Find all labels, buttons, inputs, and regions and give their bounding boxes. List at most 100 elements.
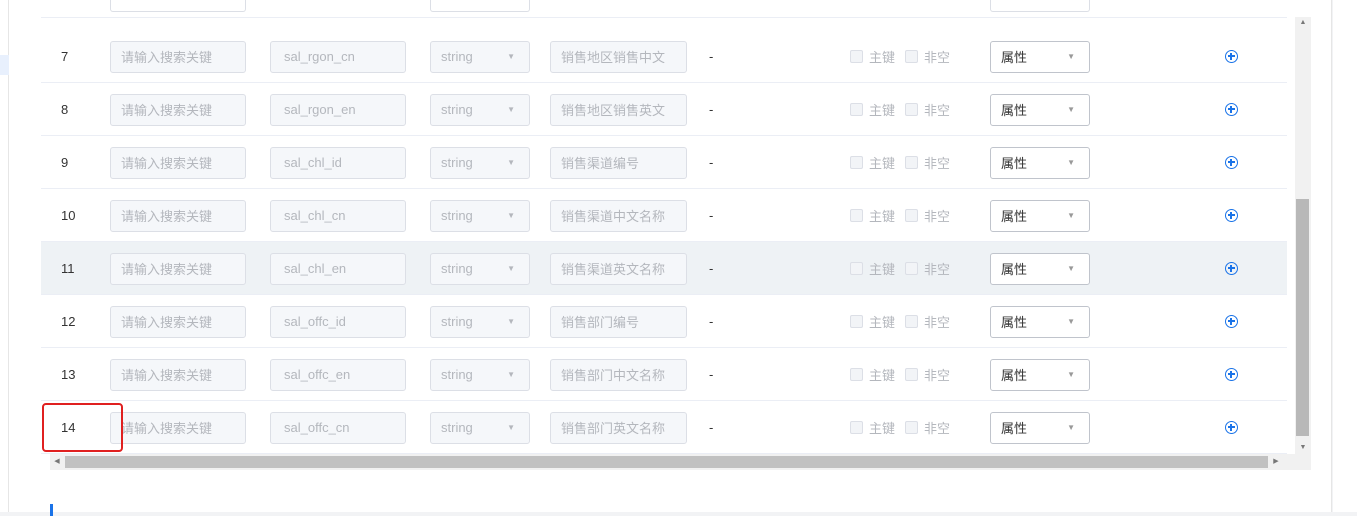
primary-key-checkbox[interactable] — [850, 368, 863, 381]
attribute-select[interactable]: 属性 ▼ — [990, 40, 1090, 73]
field-name-input[interactable]: 销售部门英文名称 — [550, 411, 687, 444]
add-circle-icon[interactable] — [1225, 262, 1238, 275]
field-code-input[interactable]: sal_chl_cn — [270, 199, 406, 232]
attr-cell: 属性 ▼ — [990, 348, 1090, 401]
add-cell — [1225, 295, 1238, 348]
horizontal-scrollbar[interactable]: ◀ ▶ — [50, 454, 1311, 470]
dash-value: - — [709, 367, 714, 382]
add-circle-icon[interactable] — [1225, 315, 1238, 328]
type-select[interactable]: string ▼ — [430, 358, 530, 391]
add-circle-icon[interactable] — [1225, 156, 1238, 169]
not-null-checkbox[interactable] — [905, 262, 919, 275]
type-select-value: string — [441, 261, 473, 276]
field-code-input[interactable]: sal_chl_id — [270, 146, 406, 179]
caret-down-icon: ▼ — [1067, 211, 1075, 220]
field-name-input[interactable]: 销售渠道英文名称 — [550, 252, 687, 285]
row-index: 10 — [61, 208, 76, 223]
attribute-select-value: 属性 — [1001, 262, 1028, 277]
field-name-input[interactable]: 销售部门编号 — [550, 305, 687, 338]
not-null-checkbox[interactable] — [905, 368, 919, 381]
scroll-up-arrow-icon[interactable]: ▲ — [1295, 17, 1311, 29]
field-name-input[interactable]: 销售部门中文名称 — [550, 358, 687, 391]
search-cell: 请输入搜索关键 — [110, 30, 246, 83]
search-input[interactable]: 请输入搜索关键 — [110, 199, 246, 232]
search-input[interactable]: 请输入搜索关键 — [110, 358, 246, 391]
type-select-value: string — [441, 420, 473, 435]
row-index: 13 — [61, 367, 76, 382]
not-null-checkbox[interactable] — [905, 315, 919, 328]
table-row: 13 请输入搜索关键 sal_offc_en string ▼ 销售部门中文名称 - 主键 非空… — [41, 348, 1287, 401]
not-null-checkbox[interactable] — [905, 209, 919, 222]
table-row: 11 请输入搜索关键 sal_chl_en string ▼ 销售渠道英文名称 - 主键 非空 属… — [41, 242, 1287, 295]
type-select[interactable]: string ▼ — [430, 146, 530, 179]
primary-key-checkbox[interactable] — [850, 315, 863, 328]
vertical-scroll-thumb[interactable] — [1296, 199, 1309, 436]
attribute-select[interactable]: 属性 ▼ — [990, 358, 1090, 391]
vertical-scrollbar[interactable]: ▲ ▼ — [1295, 17, 1311, 454]
type-select[interactable]: string ▼ — [430, 252, 530, 285]
field-code-input[interactable]: sal_rgon_cn — [270, 40, 406, 73]
type-cell: string ▼ — [430, 295, 530, 348]
add-circle-icon[interactable] — [1225, 103, 1238, 116]
field-code-input[interactable]: sal_chl_en — [270, 252, 406, 285]
not-null-label: 非空 — [924, 209, 951, 224]
constraint-cell: 主键 非空 — [850, 401, 954, 454]
caret-down-icon: ▼ — [1067, 264, 1075, 273]
search-input[interactable]: 请输入搜索关键 — [110, 305, 246, 338]
scroll-down-arrow-icon[interactable]: ▼ — [1295, 442, 1311, 454]
sidebar-active-marker — [0, 55, 9, 75]
attribute-select[interactable]: 属性 ▼ — [990, 93, 1090, 126]
horizontal-scroll-thumb[interactable] — [65, 456, 1268, 468]
add-circle-icon[interactable] — [1225, 209, 1238, 222]
scroll-left-arrow-icon[interactable]: ◀ — [50, 454, 64, 470]
scroll-right-arrow-icon[interactable]: ▶ — [1269, 454, 1283, 470]
type-select[interactable]: string ▼ — [430, 411, 530, 444]
not-null-checkbox[interactable] — [905, 156, 919, 169]
code-cell: sal_offc_id — [270, 295, 406, 348]
primary-key-checkbox[interactable] — [850, 50, 863, 63]
attr-cell: 属性 ▼ — [990, 30, 1090, 83]
field-name-input[interactable]: 销售渠道中文名称 — [550, 199, 687, 232]
attribute-select[interactable]: 属性 ▼ — [990, 146, 1090, 179]
search-input[interactable]: 请输入搜索关键 — [110, 146, 246, 179]
primary-key-checkbox[interactable] — [850, 421, 863, 434]
field-code-input[interactable]: sal_offc_cn — [270, 411, 406, 444]
not-null-checkbox[interactable] — [905, 421, 919, 434]
type-select[interactable]: string ▼ — [430, 305, 530, 338]
primary-key-checkbox[interactable] — [850, 262, 863, 275]
type-select[interactable]: string ▼ — [430, 40, 530, 73]
table-row: 8 请输入搜索关键 sal_rgon_en string ▼ 销售地区销售英文 - 主键 非空 属… — [41, 83, 1287, 136]
dash-value: - — [709, 208, 714, 223]
search-input[interactable]: 请输入搜索关键 — [110, 93, 246, 126]
field-code-input[interactable]: sal_rgon_en — [270, 93, 406, 126]
search-input[interactable]: 请输入搜索关键 — [110, 252, 246, 285]
primary-key-checkbox[interactable] — [850, 103, 863, 116]
search-input[interactable]: 请输入搜索关键 — [110, 40, 246, 73]
primary-key-checkbox[interactable] — [850, 209, 863, 222]
type-select[interactable]: string ▼ — [430, 93, 530, 126]
section-title — [50, 504, 53, 516]
add-circle-icon[interactable] — [1225, 368, 1238, 381]
attribute-select[interactable]: 属性 ▼ — [990, 199, 1090, 232]
not-null-checkbox[interactable] — [905, 50, 919, 63]
code-cell: sal_chl_cn — [270, 189, 406, 242]
search-cell: 请输入搜索关键 — [110, 83, 246, 136]
constraint-cell: 主键 非空 — [850, 83, 954, 136]
not-null-checkbox[interactable] — [905, 103, 919, 116]
field-name-input[interactable]: 销售地区销售英文 — [550, 93, 687, 126]
attribute-select[interactable]: 属性 ▼ — [990, 252, 1090, 285]
add-circle-icon[interactable] — [1225, 421, 1238, 434]
attribute-select[interactable]: 属性 ▼ — [990, 305, 1090, 338]
search-input[interactable]: 请输入搜索关键 — [110, 411, 246, 444]
attr-cell: 属性 ▼ — [990, 295, 1090, 348]
field-code-input[interactable]: sal_offc_en — [270, 358, 406, 391]
attribute-select[interactable]: 属性 ▼ — [990, 411, 1090, 444]
constraint-cell: 主键 非空 — [850, 348, 954, 401]
table-row: 9 请输入搜索关键 sal_chl_id string ▼ 销售渠道编号 - 主键 非空 属性 ▼ — [41, 136, 1287, 189]
field-name-input[interactable]: 销售地区销售中文 — [550, 40, 687, 73]
primary-key-checkbox[interactable] — [850, 156, 863, 169]
type-select[interactable]: string ▼ — [430, 199, 530, 232]
field-name-input[interactable]: 销售渠道编号 — [550, 146, 687, 179]
add-circle-icon[interactable] — [1225, 50, 1238, 63]
field-code-input[interactable]: sal_offc_id — [270, 305, 406, 338]
